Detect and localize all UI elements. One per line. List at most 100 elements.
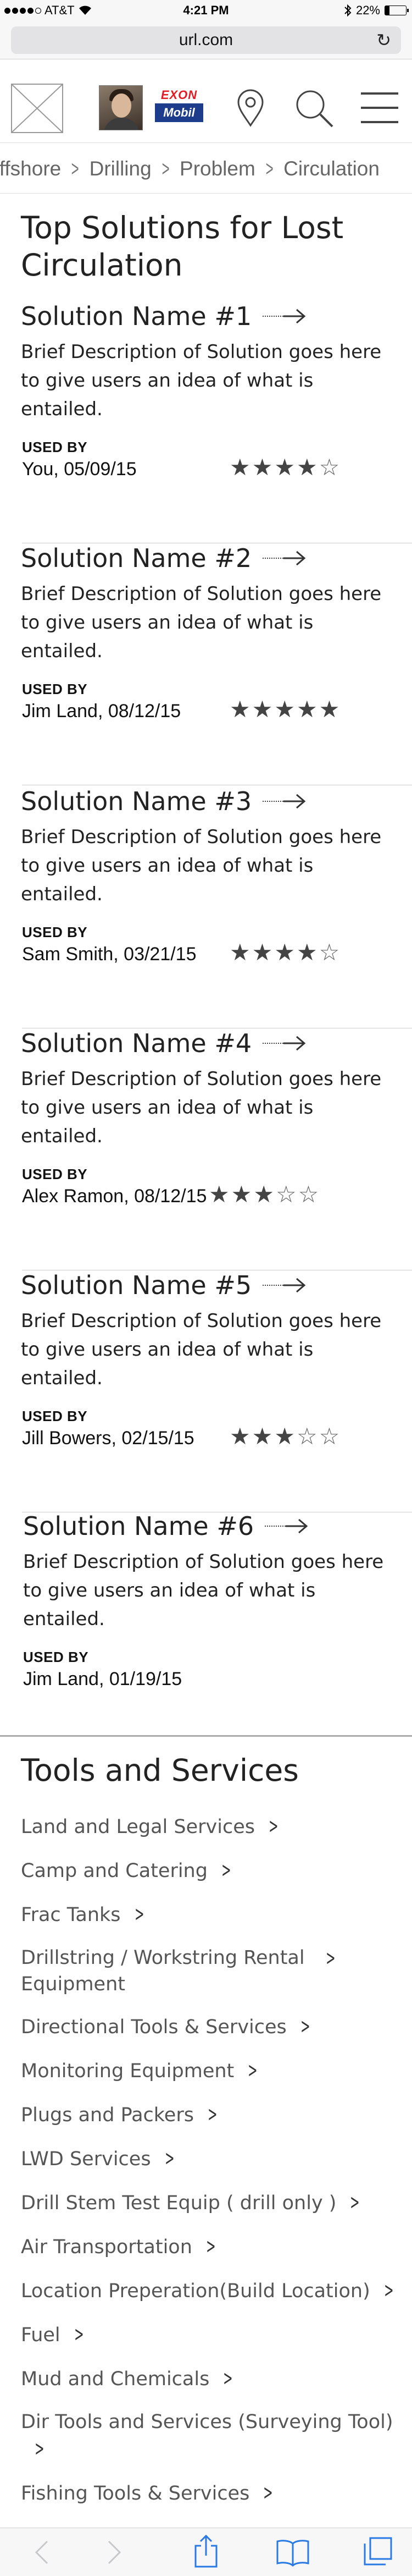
breadcrumb-item-circulation[interactable]: Circulation bbox=[283, 144, 380, 193]
star-rating: ★ ★ ★ ★ ☆ bbox=[230, 940, 339, 965]
chevron-right-icon: > bbox=[263, 2480, 274, 2505]
tool-list-item[interactable]: Fishing Tools & Services > bbox=[21, 2479, 412, 2507]
solution-name[interactable]: Solution Name #4 bbox=[21, 1028, 307, 1058]
star-empty-icon: ☆ bbox=[319, 939, 340, 965]
tool-list-item[interactable]: LWD Services > bbox=[21, 2145, 412, 2172]
tool-list-item[interactable]: Plugs and Packers > bbox=[21, 2101, 412, 2128]
used-by-label: USED BY bbox=[22, 924, 88, 940]
star-rating: ★ ★ ★ ★ ☆ bbox=[230, 455, 339, 480]
star-empty-icon: ☆ bbox=[319, 1423, 340, 1449]
solution-name[interactable]: Solution Name #2 bbox=[21, 543, 307, 573]
tool-list-item[interactable]: Fuel > bbox=[21, 2321, 412, 2348]
url-text: url.com bbox=[179, 31, 233, 49]
tool-list-item[interactable]: Land and Legal Services > bbox=[21, 1813, 412, 1840]
tool-item-label: Drillstring / Workstring Rental Equipmen… bbox=[21, 1947, 305, 1995]
solution-description: Brief Description of Solution goes here … bbox=[21, 1068, 382, 1147]
chevron-right-icon: > bbox=[134, 1902, 144, 1926]
tool-list-item[interactable]: Drill Stem Test Equip ( drill only ) > bbox=[21, 2189, 412, 2216]
solution-card[interactable]: Solution Name #2 Brief Description of So… bbox=[0, 543, 412, 785]
used-by-label: USED BY bbox=[22, 1408, 88, 1424]
star-filled-icon: ★ bbox=[274, 1423, 295, 1449]
brand-logo[interactable]: EXON Mobil bbox=[155, 87, 203, 129]
tool-item-label: Air Transportation bbox=[21, 2236, 192, 2258]
logo-placeholder[interactable] bbox=[11, 84, 63, 133]
brand-logo-bottom: Mobil bbox=[155, 103, 203, 122]
arrow-right-icon[interactable] bbox=[261, 1277, 307, 1293]
arrow-right-icon[interactable] bbox=[261, 1035, 307, 1052]
solution-name-text: Solution Name #3 bbox=[21, 786, 252, 816]
chevron-right-icon: > bbox=[208, 2102, 218, 2126]
solution-card[interactable]: Solution Name #3 Brief Description of So… bbox=[0, 786, 412, 1028]
solution-name[interactable]: Solution Name #1 bbox=[21, 301, 307, 331]
tool-item-label: Monitoring Equipment bbox=[21, 2060, 235, 2082]
star-filled-icon: ★ bbox=[252, 454, 273, 480]
tools-list: Land and Legal Services > Camp and Caterin… bbox=[21, 1813, 412, 2567]
tool-list-item[interactable]: Frac Tanks > bbox=[21, 1901, 412, 1928]
arrow-right-icon[interactable] bbox=[261, 550, 307, 566]
star-filled-icon: ★ bbox=[319, 696, 340, 722]
used-by-value: Alex Ramon, 08/12/15 bbox=[22, 1186, 207, 1207]
menu-icon[interactable] bbox=[360, 88, 399, 128]
brand-logo-top: EXON bbox=[160, 88, 198, 102]
star-filled-icon: ★ bbox=[296, 696, 318, 722]
battery-percent: 22% bbox=[355, 3, 380, 17]
breadcrumb-item-drilling[interactable]: Drilling bbox=[90, 144, 152, 193]
tool-list-item[interactable]: Dir Tools and Services (Surveying Tool) > bbox=[21, 2409, 412, 2463]
used-by-value: Jim Land, 01/19/15 bbox=[23, 1669, 182, 1689]
tool-list-item[interactable]: Air Transportation > bbox=[21, 2233, 412, 2260]
back-icon[interactable] bbox=[32, 2538, 52, 2567]
solution-card[interactable]: Solution Name #5 Brief Description of So… bbox=[0, 1270, 412, 1512]
solution-name[interactable]: Solution Name #3 bbox=[21, 786, 307, 816]
solution-card[interactable]: Solution Name #4 Brief Description of So… bbox=[0, 1028, 412, 1270]
used-by-value: Sam Smith, 03/21/15 bbox=[22, 944, 197, 965]
star-filled-icon: ★ bbox=[252, 696, 273, 722]
star-filled-icon: ★ bbox=[253, 1181, 274, 1207]
chevron-right-icon: > bbox=[383, 2278, 394, 2302]
tool-item-label: Fishing Tools & Services bbox=[21, 2483, 250, 2505]
status-right: 22% bbox=[344, 3, 409, 18]
solution-card[interactable]: Solution Name #1 Brief Description of So… bbox=[0, 301, 412, 543]
solution-name[interactable]: Solution Name #5 bbox=[21, 1270, 307, 1300]
url-field[interactable]: url.com ↻ bbox=[11, 26, 401, 54]
arrow-right-icon[interactable] bbox=[264, 1518, 309, 1534]
browser-address-bar: url.com ↻ bbox=[0, 22, 412, 59]
tool-list-item[interactable]: Monitoring Equipment > bbox=[21, 2057, 412, 2084]
bluetooth-icon bbox=[344, 4, 352, 17]
tool-list-item[interactable]: Mud and Chemicals > bbox=[21, 2365, 412, 2392]
arrow-right-icon[interactable] bbox=[261, 793, 307, 810]
solution-name-text: Solution Name #5 bbox=[21, 1270, 252, 1300]
star-rating: ★ ★ ★ ★ ★ bbox=[230, 697, 339, 722]
search-icon[interactable] bbox=[294, 88, 335, 129]
tool-item-label: Camp and Catering bbox=[21, 1860, 208, 1882]
share-icon[interactable] bbox=[193, 2535, 219, 2568]
bookmarks-icon[interactable] bbox=[276, 2538, 310, 2567]
tool-list-item[interactable]: Camp and Catering > bbox=[21, 1857, 412, 1884]
tool-item-label: Plugs and Packers bbox=[21, 2104, 194, 2126]
chevron-right-icon: > bbox=[300, 2014, 310, 2038]
solution-card[interactable]: Solution Name #6 Brief Description of So… bbox=[0, 1511, 412, 1731]
avatar[interactable] bbox=[99, 85, 143, 130]
star-empty-icon: ☆ bbox=[275, 1181, 297, 1207]
tabs-icon[interactable] bbox=[363, 2536, 393, 2567]
tool-list-item[interactable]: Location Preperation(Build Location) > bbox=[21, 2277, 412, 2304]
tool-list-item[interactable]: Directional Tools & Services > bbox=[21, 2013, 412, 2040]
chevron-right-icon: > bbox=[269, 1814, 279, 1838]
solution-name[interactable]: Solution Name #6 bbox=[23, 1511, 309, 1541]
arrow-right-icon[interactable] bbox=[261, 308, 307, 324]
breadcrumb-chevron-icon: > bbox=[71, 157, 79, 181]
breadcrumb: Offshore > Drilling > Problem > Circulat… bbox=[0, 144, 412, 194]
used-by-label: USED BY bbox=[22, 681, 88, 697]
reload-icon[interactable]: ↻ bbox=[376, 26, 391, 54]
solution-description: Brief Description of Solution goes here … bbox=[21, 826, 382, 905]
tool-item-label: LWD Services bbox=[21, 2148, 151, 2170]
location-pin-icon[interactable] bbox=[235, 88, 266, 128]
chevron-right-icon: > bbox=[74, 2322, 84, 2346]
star-filled-icon: ★ bbox=[230, 939, 250, 965]
tool-list-item[interactable]: Drillstring / Workstring Rental Equipmen… bbox=[21, 1945, 412, 1997]
forward-icon[interactable] bbox=[104, 2538, 124, 2567]
breadcrumb-item-problem[interactable]: Problem bbox=[180, 144, 255, 193]
browser-toolbar bbox=[0, 2528, 412, 2576]
star-empty-icon: ☆ bbox=[319, 454, 340, 480]
breadcrumb-item-offshore[interactable]: Offshore bbox=[0, 144, 61, 193]
section-divider bbox=[0, 1735, 412, 1737]
